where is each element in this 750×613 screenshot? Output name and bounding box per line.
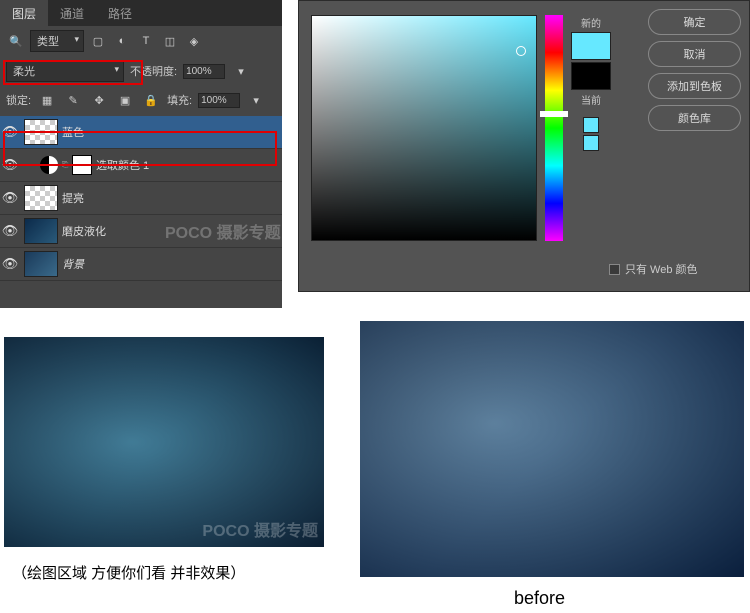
color-picker-dialog: 新的 当前 确定 取消 添加到色板 颜色库 H:度 S:% B:% R: G: … (298, 0, 750, 292)
filter-image-icon[interactable]: ▢ (88, 31, 108, 51)
chevron-down-icon[interactable]: ▾ (246, 90, 266, 110)
hue-cursor[interactable] (540, 111, 568, 117)
layer-name: 磨皮液化 (62, 223, 106, 239)
ok-button[interactable]: 确定 (648, 9, 741, 35)
current-label: 当前 (581, 92, 601, 107)
filter-type-select[interactable]: 类型 ▾ (30, 30, 84, 52)
layer-thumbnail[interactable] (24, 119, 58, 145)
hue-slider[interactable] (545, 15, 563, 241)
layer-thumbnail[interactable] (24, 251, 58, 277)
visibility-icon[interactable]: 👁 (0, 157, 20, 173)
chevron-down-icon: ▾ (114, 64, 119, 75)
layer-thumbnail[interactable] (24, 185, 58, 211)
opacity-label: 不透明度: (130, 63, 177, 79)
filter-smart-icon[interactable]: ◈ (184, 31, 204, 51)
layers-list: 👁 蓝色 👁 ⎘ 选取颜色 1 👁 提亮 👁 磨皮液化 👁 背景 (0, 116, 282, 281)
panel-tabs: 图层 通道 路径 (0, 0, 282, 26)
layer-name: 选取颜色 1 (96, 157, 149, 173)
color-cursor[interactable] (516, 46, 526, 56)
blend-mode-value: 柔光 (13, 66, 35, 78)
filter-type-value: 类型 (37, 36, 59, 48)
lock-artboard-icon[interactable]: ▣ (115, 90, 135, 110)
filter-shape-icon[interactable]: ◫ (160, 31, 180, 51)
visibility-icon[interactable]: 👁 (0, 223, 20, 239)
new-color-swatch (571, 32, 611, 60)
layer-row[interactable]: 👁 ⎘ 选取颜色 1 (0, 149, 282, 182)
swatch-preview: 新的 当前 (571, 15, 611, 241)
lock-move-icon[interactable]: ✥ (89, 90, 109, 110)
layer-row[interactable]: 👁 背景 (0, 248, 282, 281)
link-icon: ⎘ (62, 160, 72, 170)
preview-drawing-region: POCO 摄影专题 (4, 337, 324, 547)
watermark: POCO 摄影专题 (202, 517, 318, 541)
layer-thumbnail[interactable] (24, 218, 58, 244)
adjustment-icon (40, 156, 58, 174)
web-only-checkbox[interactable] (609, 264, 620, 275)
layer-row[interactable]: 👁 磨皮液化 (0, 215, 282, 248)
tab-layers[interactable]: 图层 (0, 0, 48, 26)
filter-adjust-icon[interactable]: ◐ (112, 31, 132, 51)
preview-before (360, 321, 744, 577)
tab-channels[interactable]: 通道 (48, 0, 96, 26)
cancel-button[interactable]: 取消 (648, 41, 741, 67)
filter-text-icon[interactable]: T (136, 31, 156, 51)
lock-row: 锁定: ▦ ✎ ✥ ▣ 🔒 填充: ▾ (0, 86, 282, 114)
visibility-icon[interactable]: 👁 (0, 190, 20, 206)
fill-input[interactable] (198, 93, 240, 108)
caption-drawing: （绘图区域 方便你们看 并非效果） (12, 562, 245, 583)
new-label: 新的 (581, 15, 601, 30)
visibility-icon[interactable]: 👁 (0, 256, 20, 272)
layer-name: 背景 (62, 256, 84, 272)
lock-all-icon[interactable]: 🔒 (141, 90, 161, 110)
fill-label: 填充: (167, 92, 192, 108)
visibility-icon[interactable]: 👁 (0, 124, 20, 140)
tab-paths[interactable]: 路径 (96, 0, 144, 26)
search-icon[interactable]: 🔍 (6, 31, 26, 51)
chevron-down-icon: ▾ (74, 34, 79, 45)
mini-swatch[interactable] (583, 135, 599, 151)
layer-row[interactable]: 👁 提亮 (0, 182, 282, 215)
color-library-button[interactable]: 颜色库 (648, 105, 741, 131)
layer-row[interactable]: 👁 蓝色 (0, 116, 282, 149)
current-color-swatch (571, 62, 611, 90)
layer-mask[interactable] (72, 155, 92, 175)
dialog-buttons: 确定 取消 添加到色板 颜色库 (648, 9, 741, 131)
web-only-label: 只有 Web 颜色 (625, 261, 698, 277)
filter-row: 🔍 类型 ▾ ▢ ◐ T ◫ ◈ (0, 26, 282, 56)
add-swatch-button[interactable]: 添加到色板 (648, 73, 741, 99)
lock-transparent-icon[interactable]: ▦ (37, 90, 57, 110)
chevron-down-icon[interactable]: ▾ (231, 61, 251, 81)
web-only-row: 只有 Web 颜色 (609, 261, 698, 277)
blend-mode-select[interactable]: 柔光 ▾ (6, 60, 124, 82)
lock-label: 锁定: (6, 92, 31, 108)
opacity-input[interactable] (183, 64, 225, 79)
layer-name: 蓝色 (62, 124, 84, 140)
layers-panel: 图层 通道 路径 🔍 类型 ▾ ▢ ◐ T ◫ ◈ 柔光 ▾ 不透明度: ▾ 锁… (0, 0, 282, 308)
layer-name: 提亮 (62, 190, 84, 206)
caption-before: before (514, 588, 565, 609)
lock-brush-icon[interactable]: ✎ (63, 90, 83, 110)
blend-row: 柔光 ▾ 不透明度: ▾ (0, 56, 282, 86)
saturation-field[interactable] (311, 15, 537, 241)
mini-swatch[interactable] (583, 117, 599, 133)
